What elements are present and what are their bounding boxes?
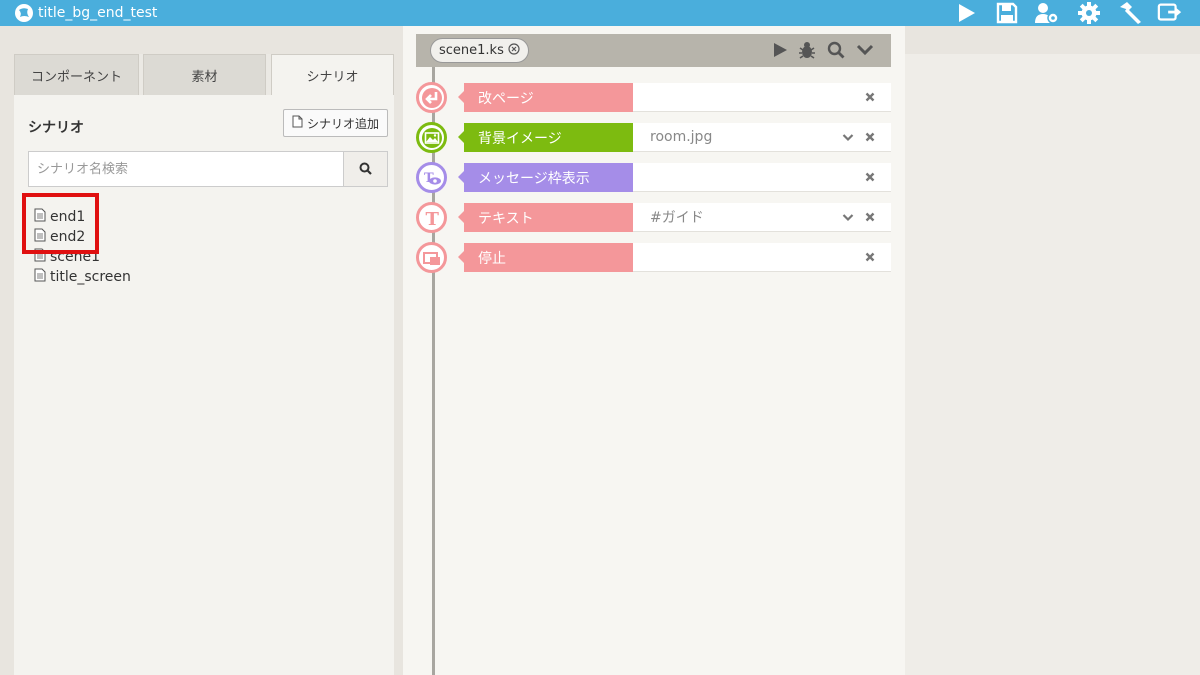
save-icon[interactable] <box>994 0 1020 26</box>
section-title: シナリオ <box>28 120 84 136</box>
command-label: 改ページ <box>458 83 633 112</box>
command-label: テキスト <box>458 203 633 232</box>
search-icon[interactable] <box>824 38 848 62</box>
export-icon[interactable] <box>1157 0 1183 26</box>
tab-assets[interactable]: 素材 <box>143 54 266 95</box>
add-scenario-button[interactable]: シナリオ追加 <box>283 109 388 137</box>
top-bar: title_bg_end_test <box>0 0 1200 26</box>
command-value[interactable] <box>633 83 891 112</box>
close-icon[interactable] <box>862 129 878 145</box>
user-settings-icon[interactable] <box>1034 0 1060 26</box>
app-title: title_bg_end_test <box>38 5 158 21</box>
add-scenario-label: シナリオ追加 <box>306 116 379 131</box>
scenario-search-input[interactable] <box>28 151 344 187</box>
close-icon[interactable] <box>862 209 878 225</box>
close-icon[interactable] <box>862 89 878 105</box>
svg-text:T: T <box>425 209 439 228</box>
chevron-down-icon[interactable] <box>840 129 856 145</box>
file-icon <box>292 115 303 131</box>
app-logo-icon <box>14 3 34 23</box>
scenario-file-list: end1 end2 scene1 title_screen <box>34 207 131 287</box>
timeline-line <box>432 67 435 675</box>
document-icon <box>34 268 46 286</box>
command-label: 背景イメージ <box>458 123 633 152</box>
file-item-end2[interactable]: end2 <box>34 227 131 247</box>
command-value[interactable] <box>633 243 891 272</box>
chevron-down-icon[interactable] <box>840 209 856 225</box>
stop-icon <box>416 242 447 273</box>
file-name: end2 <box>50 229 86 245</box>
file-name: end1 <box>50 209 86 225</box>
command-label: 停止 <box>458 243 633 272</box>
message-window-icon: T <box>416 162 447 193</box>
tab-components[interactable]: コンポーネント <box>14 54 139 95</box>
background-image-icon <box>416 122 447 153</box>
hammer-icon[interactable] <box>1117 0 1143 26</box>
document-icon <box>34 248 46 266</box>
chevron-down-icon[interactable] <box>853 38 877 62</box>
file-name: title_screen <box>50 269 131 285</box>
command-row[interactable]: 背景イメージ room.jpg <box>416 122 892 153</box>
command-row[interactable]: T テキスト #ガイド <box>416 202 892 233</box>
bug-icon[interactable] <box>795 38 819 62</box>
preview-panel <box>905 54 1200 675</box>
file-item-title-screen[interactable]: title_screen <box>34 267 131 287</box>
file-name: scene1 <box>50 249 100 265</box>
left-tabs: コンポーネント 素材 シナリオ <box>14 54 394 95</box>
command-label: メッセージ枠表示 <box>458 163 633 192</box>
editor-toolbar: scene1.ks <box>416 34 891 67</box>
command-row[interactable]: 改ページ <box>416 82 892 113</box>
close-circle-icon[interactable] <box>508 42 520 59</box>
play-icon[interactable] <box>953 0 979 26</box>
gear-icon[interactable] <box>1076 0 1102 26</box>
search-button[interactable] <box>343 151 388 187</box>
file-item-end1[interactable]: end1 <box>34 207 131 227</box>
tab-scenario[interactable]: シナリオ <box>271 54 394 95</box>
left-panel: コンポーネント 素材 シナリオ シナリオ シナリオ追加 end1 end2 <box>14 54 394 675</box>
command-value[interactable] <box>633 163 891 192</box>
close-icon[interactable] <box>862 249 878 265</box>
text-icon: T <box>416 202 447 233</box>
document-icon <box>34 228 46 246</box>
play-icon[interactable] <box>768 38 792 62</box>
command-row[interactable]: T メッセージ枠表示 <box>416 162 892 193</box>
command-row[interactable]: 停止 <box>416 242 892 273</box>
file-item-scene1[interactable]: scene1 <box>34 247 131 267</box>
scenario-editor: scene1.ks 改ページ 背景イメージ room.jpg T メッセージ枠表… <box>403 26 905 675</box>
file-tab-label: scene1.ks <box>439 43 504 58</box>
document-icon <box>34 208 46 226</box>
page-break-icon <box>416 82 447 113</box>
scenario-pane: シナリオ シナリオ追加 end1 end2 scene1 <box>14 95 394 675</box>
search-icon <box>359 160 372 179</box>
close-icon[interactable] <box>862 169 878 185</box>
file-tab[interactable]: scene1.ks <box>430 38 529 63</box>
